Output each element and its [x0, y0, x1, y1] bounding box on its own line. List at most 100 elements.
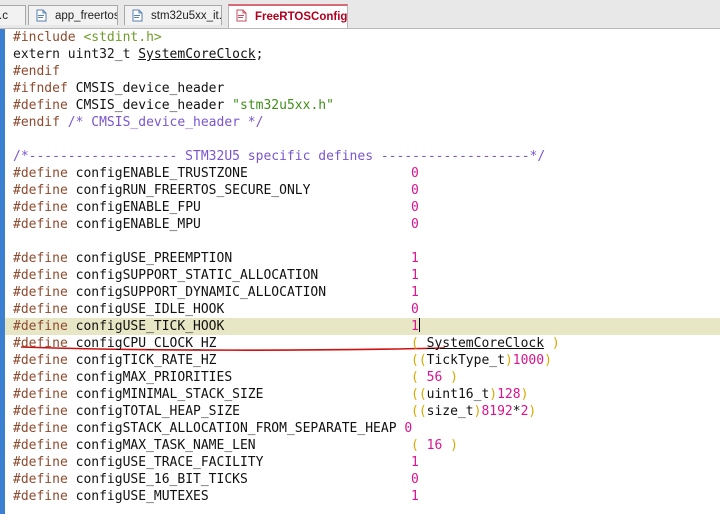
code-token: SystemCoreClock	[426, 336, 545, 351]
macro-value: ( 56 )	[411, 369, 458, 386]
code-line: #define configMAX_TASK_NAME_LEN ( 16 )	[13, 437, 458, 454]
code-token: 0	[411, 183, 419, 198]
code-token: )	[442, 438, 458, 453]
macro-value: ( SystemCoreClock )	[411, 335, 560, 352]
code-token: 1	[411, 319, 419, 334]
macro-value: 1	[411, 488, 419, 505]
code-line: #define configSUPPORT_DYNAMIC_ALLOCATION…	[13, 284, 419, 301]
code-token: #include	[13, 30, 84, 45]
code-token: 1000	[512, 353, 545, 368]
tab-label: FreeRTOSConfig.h	[255, 11, 348, 23]
code-line: #define configTOTAL_HEAP_SIZE ((size_t) 81…	[13, 403, 536, 420]
macro-name: configRUN_FREERTOS_SECURE_ONLY	[75, 183, 311, 198]
code-line: extern uint32_t SystemCoreClock;	[13, 46, 263, 63]
code-token: )	[520, 387, 529, 402]
macro-name: configCPU_CLOCK_HZ	[75, 336, 217, 351]
macro-value: ((TickType_t)1000)	[411, 352, 552, 369]
macro-name: configENABLE_TRUSTZONE	[75, 166, 248, 181]
macro-value: ((size_t)8192*2)	[411, 403, 536, 420]
code-line: #define configUSE_PREEMPTION 1	[13, 250, 419, 267]
macro-name: configUSE_16_BIT_TICKS	[75, 472, 248, 487]
define-keyword: #define	[13, 200, 76, 215]
macro-value: 0	[411, 199, 419, 216]
macro-name: configENABLE_FPU	[75, 200, 201, 215]
define-keyword: #define	[13, 336, 76, 351]
tab-stm32u5xx-it-c[interactable]: stm32u5xx_it.c	[124, 5, 222, 25]
code-token: 56	[426, 370, 443, 385]
macro-name: configUSE_MUTEXES	[75, 489, 209, 504]
code-line: #define CMSIS_device_header "stm32u5xx.h…	[13, 97, 334, 114]
tab-label: app_freertos.c	[55, 10, 117, 22]
define-keyword: #define	[13, 472, 76, 487]
code-token: ;	[255, 47, 264, 62]
code-token: 0	[411, 217, 419, 232]
define-keyword: #define	[13, 302, 76, 317]
code-line: #include <stdint.h>	[13, 29, 162, 46]
define-keyword: #define	[13, 166, 76, 181]
code-token: 1	[411, 285, 419, 300]
macro-value: 1	[411, 284, 419, 301]
macro-value: 0	[411, 165, 419, 182]
code-line: #define configUSE_16_BIT_TICKS 0	[13, 471, 419, 488]
code-token: )	[544, 336, 560, 351]
code-line: #define configENABLE_TRUSTZONE 0	[13, 165, 419, 182]
code-token: 1	[411, 268, 419, 283]
define-keyword: #define	[13, 285, 76, 300]
macro-name: configSTACK_ALLOCATION_FROM_SEPARATE_HEA…	[75, 421, 397, 436]
macro-name: configENABLE_MPU	[75, 217, 201, 232]
define-keyword: #define	[13, 353, 76, 368]
code-token: )	[528, 404, 537, 419]
code-token: (	[411, 336, 427, 351]
code-line: #endif /* CMSIS_device_header */	[13, 114, 263, 131]
code-token: /* CMSIS_device_header */	[67, 115, 264, 130]
code-line: #define configENABLE_MPU 0	[13, 216, 419, 233]
header-file-icon	[235, 9, 248, 22]
code-token: 1	[411, 251, 419, 266]
code-token: #define	[13, 98, 76, 113]
code-token: uint16_t	[426, 387, 490, 402]
code-token: )	[489, 387, 498, 402]
define-keyword: #define	[13, 421, 76, 436]
macro-name: configUSE_IDLE_HOOK	[75, 302, 225, 317]
macro-name: configMAX_TASK_NAME_LEN	[75, 438, 256, 453]
macro-name: configUSE_TRACE_FACILITY	[75, 455, 264, 470]
tab-app-freertos-c[interactable]: app_freertos.c	[28, 5, 118, 25]
macro-value: 1	[411, 250, 419, 267]
code-token: )	[544, 353, 552, 368]
tab-partial-c-file[interactable]: .c	[0, 5, 26, 25]
code-token: #endif	[13, 115, 68, 130]
code-token: 1	[411, 489, 419, 504]
macro-value: ((uint16_t)128)	[411, 386, 528, 403]
macro-name: configUSE_TICK_HOOK	[75, 319, 225, 334]
code-token: 0	[411, 166, 419, 181]
code-line: #define configSUPPORT_STATIC_ALLOCATION 1	[13, 267, 419, 284]
code-token: <stdint.h>	[83, 30, 162, 45]
code-line: #ifndef CMSIS_device_header	[13, 80, 224, 97]
define-keyword: #define	[13, 268, 76, 283]
define-keyword: #define	[13, 404, 76, 419]
define-keyword: #define	[13, 183, 76, 198]
macro-name: configMAX_PRIORITIES	[75, 370, 233, 385]
code-line: #define configRUN_FREERTOS_SECURE_ONLY 0	[13, 182, 419, 199]
code-token: 128	[497, 387, 521, 402]
code-line: /*------------------- STM32U5 specific d…	[13, 148, 545, 165]
code-line: #define configMINIMAL_STACK_SIZE ((uint16…	[13, 386, 528, 403]
macro-name: configUSE_PREEMPTION	[75, 251, 233, 266]
define-keyword: #define	[13, 251, 76, 266]
code-line: #define configUSE_MUTEXES 1	[13, 488, 419, 505]
code-line: #define configMAX_PRIORITIES ( 56 )	[13, 369, 458, 386]
code-token: 0	[411, 302, 419, 317]
macro-value: 0	[411, 301, 419, 318]
code-token: 8192	[481, 404, 513, 419]
c-file-icon	[131, 9, 144, 22]
tab-freertosconfig-h[interactable]: FreeRTOSConfig.h	[228, 4, 348, 28]
code-token: #endif	[13, 64, 60, 79]
code-token: ((	[411, 404, 427, 419]
macro-name: configSUPPORT_DYNAMIC_ALLOCATION	[75, 285, 327, 300]
code-token: 0	[404, 421, 413, 436]
code-editor[interactable]: #include <stdint.h> extern uint32_t Syste…	[0, 29, 720, 514]
code-token: 0	[411, 200, 419, 215]
macro-value: 1	[411, 267, 419, 284]
code-token: CMSIS_device_header	[75, 81, 225, 96]
macro-name: configSUPPORT_STATIC_ALLOCATION	[75, 268, 319, 283]
